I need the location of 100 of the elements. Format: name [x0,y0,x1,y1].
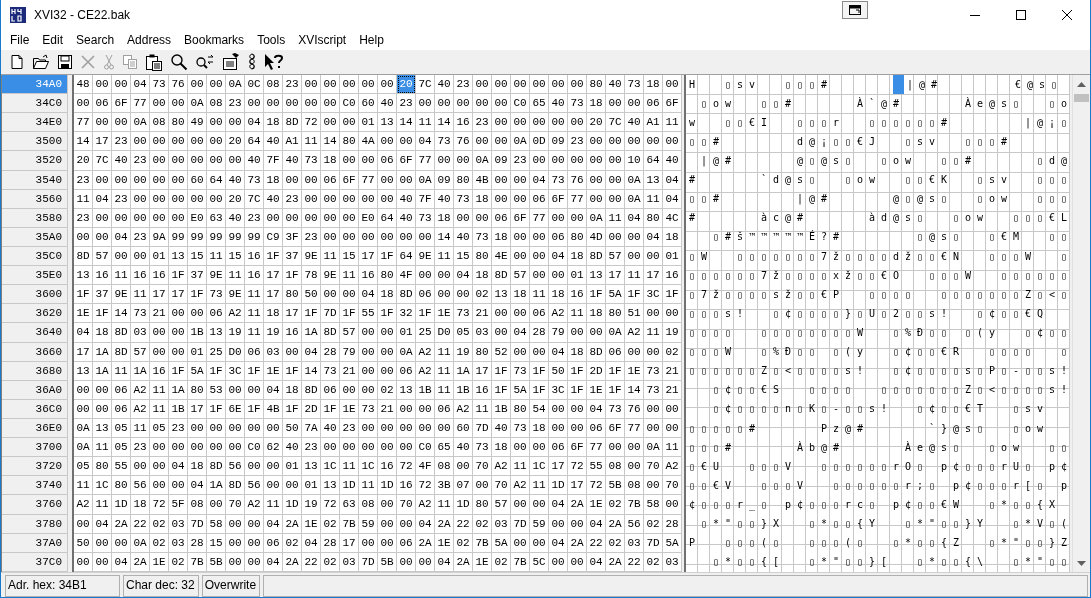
hex-byte-cell[interactable]: A2 [492,457,511,477]
hex-byte-cell[interactable]: A2 [416,342,435,362]
hex-byte-cell[interactable]: 00 [169,94,188,114]
hex-byte-cell[interactable]: 23 [245,208,264,228]
hex-byte-cell[interactable]: 73 [207,285,226,305]
hex-byte-cell[interactable]: 11 [625,266,644,286]
hex-byte-cell[interactable]: 00 [188,438,207,458]
hex-byte-cell[interactable]: 18 [492,438,511,458]
hex-byte-cell[interactable]: A2 [511,476,530,496]
hex-byte-cell[interactable]: 16 [245,247,264,267]
hex-byte-cell[interactable]: 13 [93,418,112,439]
hex-byte-cell[interactable]: 02 [473,514,492,534]
hex-byte-cell[interactable]: 00 [568,151,587,171]
hex-byte-cell[interactable]: 04 [454,266,473,286]
hex-byte-cell[interactable]: D0 [226,342,245,362]
hex-byte-cell[interactable]: 00 [511,189,530,209]
hex-byte-cell[interactable]: 00 [378,495,397,515]
hex-byte-cell[interactable]: 40 [264,132,283,152]
hex-byte-cell[interactable]: 00 [226,113,245,133]
hex-byte-cell[interactable]: 18 [321,151,340,171]
hex-byte-cell[interactable]: 1E [302,514,321,534]
hex-byte-cell[interactable]: 1D [378,476,397,496]
menu-item[interactable]: Bookmarks [177,33,251,47]
hex-byte-cell[interactable]: 0A [625,189,644,209]
hex-byte-cell[interactable]: 57 [93,247,112,267]
hex-byte-cell[interactable]: 14 [112,304,131,324]
hex-byte-cell[interactable]: 00 [606,189,625,209]
hex-byte-cell[interactable]: 11 [93,438,112,458]
hex-byte-cell[interactable]: 01 [150,247,169,267]
hex-byte-cell[interactable]: 06 [112,399,131,419]
hex-byte-cell[interactable]: 16 [663,266,682,286]
hex-byte-cell[interactable]: 1E [264,361,283,381]
hex-byte-cell[interactable]: 40 [454,438,473,458]
hex-byte-cell[interactable]: 2A [568,495,587,515]
hex-byte-cell[interactable]: 00 [644,342,663,362]
hex-byte-cell[interactable]: 21 [150,304,169,324]
hex-byte-cell[interactable]: 7B [188,552,207,572]
hex-byte-cell[interactable]: 1A [169,380,188,400]
hex-byte-cell[interactable]: 73 [644,361,663,381]
hex-byte-cell[interactable]: 8D [397,285,416,305]
hex-byte-cell[interactable]: 11 [226,266,245,286]
hex-byte-cell[interactable]: 57 [511,266,530,286]
hex-byte-cell[interactable]: 52 [492,342,511,362]
hex-byte-cell[interactable]: 00 [131,457,150,477]
hex-byte-cell[interactable]: 00 [644,476,663,496]
hex-byte-cell[interactable]: 06 [530,189,549,209]
hex-byte-cell[interactable]: 11 [112,361,131,381]
hex-byte-cell[interactable]: 7D [188,514,207,534]
hex-byte-cell[interactable]: 11 [416,113,435,133]
hex-byte-cell[interactable]: 73 [606,399,625,419]
hex-byte-cell[interactable]: 53 [207,380,226,400]
hex-byte-cell[interactable]: 04 [625,208,644,228]
hex-byte-cell[interactable]: 1E [473,552,492,572]
hex-byte-cell[interactable]: 00 [169,476,188,496]
hex-byte-cell[interactable]: 04 [74,323,93,343]
window-layout-button[interactable] [842,1,868,19]
hex-byte-cell[interactable]: 00 [150,151,169,171]
hex-byte-cell[interactable]: 00 [606,132,625,152]
hex-byte-cell[interactable]: 64 [245,132,264,152]
hex-byte-cell[interactable]: 80 [112,476,131,496]
hex-byte-cell[interactable]: 13 [321,476,340,496]
hex-byte-cell[interactable]: 2A [112,514,131,534]
hex-byte-cell[interactable]: 23 [302,227,321,247]
hex-byte-cell[interactable]: 00 [207,151,226,171]
hex-byte-cell[interactable]: A2 [454,399,473,419]
hex-byte-cell[interactable]: 4B [264,399,283,419]
hex-byte-cell[interactable]: 00 [359,361,378,381]
hex-byte-cell[interactable]: 50 [302,285,321,305]
hex-byte-cell[interactable]: 00 [378,170,397,190]
hex-byte-cell[interactable]: 1E [435,533,454,553]
hex-byte-cell[interactable]: 00 [340,189,359,209]
hex-byte-cell[interactable]: 00 [549,266,568,286]
hex-byte-cell[interactable]: 11 [473,399,492,419]
hex-byte-cell[interactable]: 11 [245,304,264,324]
hex-byte-cell[interactable]: 4D [587,227,606,247]
hex-byte-cell[interactable]: 16 [397,476,416,496]
hex-byte-cell[interactable]: 00 [663,418,682,439]
hex-byte-cell[interactable]: 73 [511,418,530,439]
hex-byte-cell[interactable]: 99 [226,227,245,247]
hex-byte-cell[interactable]: 28 [663,514,682,534]
hex-byte-cell[interactable]: 00 [416,227,435,247]
hex-byte-cell[interactable]: 00 [226,552,245,572]
hex-byte-cell[interactable]: 08 [606,457,625,477]
hex-byte-cell[interactable]: 1F [568,361,587,381]
hex-byte-cell[interactable]: 10 [625,151,644,171]
hex-byte-cell[interactable]: 48 [74,75,93,95]
hex-byte-cell[interactable]: 2D [302,399,321,419]
hex-byte-cell[interactable]: 00 [93,75,112,95]
hex-byte-cell[interactable]: 65 [435,438,454,458]
hex-byte-cell[interactable]: 04 [530,170,549,190]
hex-byte-cell[interactable]: 72 [416,476,435,496]
hex-byte-cell[interactable]: 00 [606,438,625,458]
hex-byte-cell[interactable]: 72 [150,495,169,515]
hex-byte-cell[interactable]: 00 [112,75,131,95]
hex-byte-cell[interactable]: 04 [663,189,682,209]
hex-byte-cell[interactable]: 59 [359,514,378,534]
hex-byte-cell[interactable]: 1F [321,399,340,419]
hex-byte-cell[interactable]: 1E [587,495,606,515]
hex-byte-cell[interactable]: 00 [549,113,568,133]
hex-byte-cell[interactable]: 00 [511,247,530,267]
